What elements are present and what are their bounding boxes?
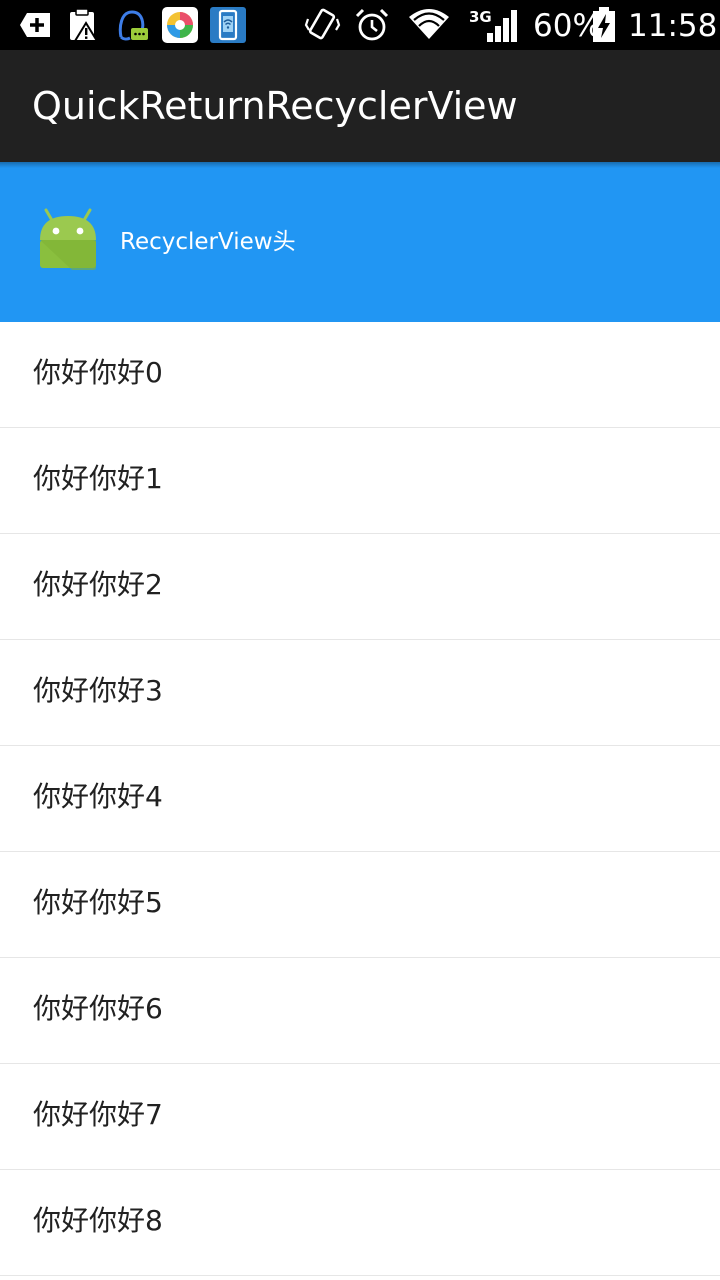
header-label: RecyclerView头 [120,229,296,255]
android-icon [40,208,96,270]
list-item[interactable]: 你好你好5 [0,852,720,958]
add-notification-icon [20,13,50,37]
recycler-list[interactable]: 你好你好0 你好你好1 你好你好2 你好你好3 你好你好4 你好你好5 你好你好… [0,322,720,1276]
qq-icon [118,10,148,41]
alarm-icon [355,8,389,41]
list-item[interactable]: 你好你好7 [0,1064,720,1170]
battery-charging-icon [593,7,615,42]
list-item-label: 你好你好0 [33,356,163,389]
list-item[interactable]: 你好你好1 [0,428,720,534]
list-item-label: 你好你好1 [33,462,163,495]
phone-wifi-icon [210,7,246,43]
list-item-label: 你好你好3 [33,674,163,707]
action-bar-title: QuickReturnRecyclerView [32,84,518,128]
list-item-label: 你好你好4 [33,780,163,813]
list-item[interactable]: 你好你好0 [0,322,720,428]
status-bar: 3G 60% 11:58 [0,0,720,50]
list-item-label: 你好你好2 [33,568,163,601]
list-item-label: 你好你好8 [33,1204,163,1237]
clipboard-warning-icon [70,8,99,42]
list-item[interactable]: 你好你好2 [0,534,720,640]
wifi-icon [409,9,449,39]
recycler-header[interactable] [0,162,720,322]
action-bar: QuickReturnRecyclerView [0,50,720,162]
clock: 11:58 [628,8,718,44]
list-item[interactable]: 你好你好6 [0,958,720,1064]
list-item[interactable]: 你好你好4 [0,746,720,852]
signal-icon [487,10,517,42]
list-item[interactable]: 你好你好8 [0,1170,720,1276]
list-item[interactable]: 你好你好3 [0,640,720,746]
vibrate-icon [304,8,341,40]
action-bar-shadow [0,162,720,168]
list-item-label: 你好你好5 [33,886,163,919]
app-store-icon [162,7,198,43]
list-item-label: 你好你好6 [33,992,163,1025]
list-item-label: 你好你好7 [33,1098,163,1131]
